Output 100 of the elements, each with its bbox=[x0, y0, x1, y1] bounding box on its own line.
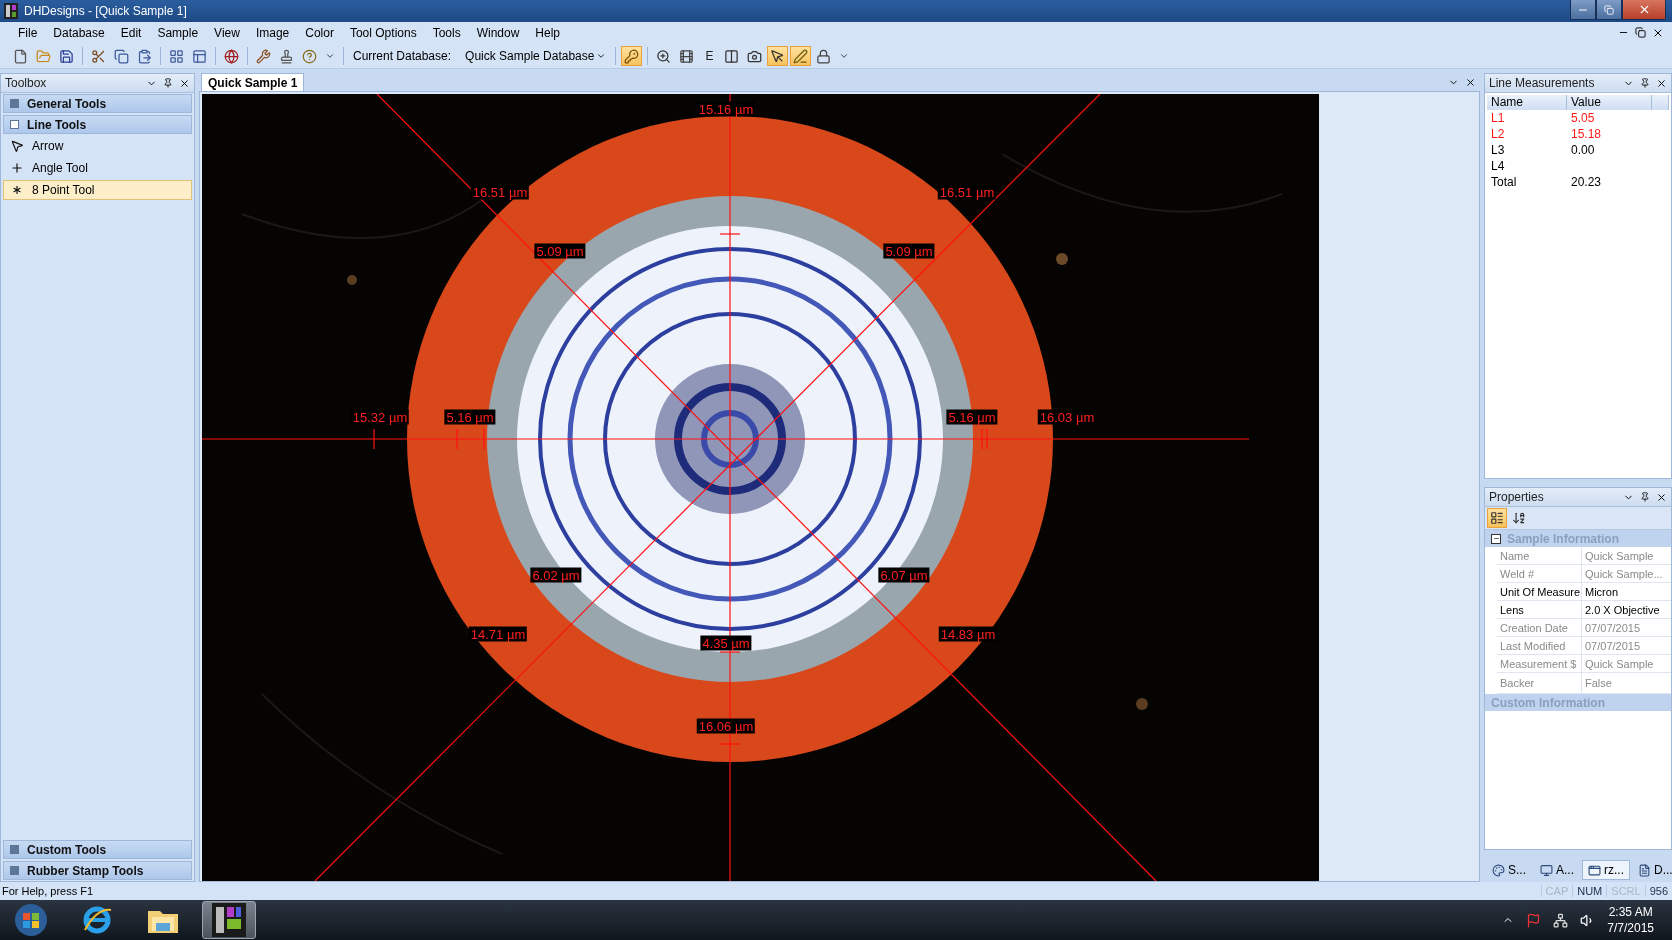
menu-item[interactable]: View bbox=[206, 26, 248, 40]
stamp-icon bbox=[279, 48, 294, 64]
lock-icon bbox=[816, 48, 832, 64]
property-value[interactable]: Quick Sample bbox=[1582, 547, 1671, 564]
close-icon[interactable] bbox=[1465, 76, 1476, 88]
close-button[interactable] bbox=[1622, 0, 1666, 20]
caret-icon bbox=[596, 51, 607, 61]
property-value[interactable]: Quick Sample bbox=[1582, 655, 1671, 672]
toolbar-button[interactable] bbox=[767, 46, 789, 66]
taskbar-button[interactable] bbox=[202, 901, 256, 939]
property-value[interactable]: False bbox=[1582, 673, 1671, 693]
table-cell-text: L4 bbox=[1490, 159, 1506, 173]
file-icon bbox=[13, 48, 28, 64]
pin-icon[interactable] bbox=[1640, 78, 1650, 88]
grid-icon bbox=[169, 48, 184, 64]
view-button[interactable] bbox=[1487, 508, 1507, 528]
caret-icon bbox=[839, 51, 850, 61]
arrow-icon bbox=[10, 139, 24, 153]
menu-item[interactable]: Edit bbox=[112, 26, 150, 40]
tool-item[interactable]: 8 Point Tool bbox=[3, 180, 192, 200]
measurement-label: 4.35 µm bbox=[700, 635, 752, 651]
pin-icon[interactable] bbox=[1640, 492, 1650, 502]
column-header[interactable]: Value bbox=[1567, 95, 1652, 110]
table-cell-text: Total bbox=[1490, 175, 1518, 189]
tool-group-header[interactable]: Custom Tools bbox=[3, 840, 192, 859]
restore-button[interactable] bbox=[1596, 0, 1622, 20]
panel-tab[interactable]: rz... bbox=[1582, 860, 1631, 880]
table-cell-text: 15.18 bbox=[1570, 127, 1603, 141]
pin-icon[interactable] bbox=[163, 78, 173, 88]
panel-tab[interactable]: S... bbox=[1486, 860, 1532, 880]
film-icon bbox=[679, 48, 695, 64]
tool-group-header[interactable]: Rubber Stamp Tools bbox=[3, 861, 192, 880]
panel-title: Line Measurements bbox=[1489, 76, 1596, 90]
restore-icon[interactable] bbox=[1635, 27, 1646, 38]
table-cell-text: L1 bbox=[1490, 111, 1506, 125]
close-icon[interactable] bbox=[1656, 491, 1667, 503]
property-name: Last Modified bbox=[1497, 637, 1582, 654]
expand-icon bbox=[10, 866, 19, 875]
expand-icon bbox=[10, 845, 19, 854]
wrench-icon bbox=[256, 48, 271, 64]
browser-icon bbox=[81, 904, 113, 936]
menu-item[interactable]: Database bbox=[45, 26, 113, 40]
database-dropdown[interactable]: Quick Sample Database bbox=[461, 49, 611, 63]
clock-date: 7/7/2015 bbox=[1607, 921, 1654, 935]
status-indicator: 956 bbox=[1644, 885, 1672, 897]
minimize-button[interactable] bbox=[1570, 0, 1596, 20]
pointer-icon bbox=[770, 48, 786, 64]
table-cell-text: L3 bbox=[1490, 143, 1506, 157]
property-value[interactable]: 2.0 X Objective bbox=[1582, 601, 1671, 618]
table-cell-text: 0.00 bbox=[1570, 143, 1596, 157]
column-header[interactable]: Name bbox=[1487, 95, 1567, 110]
panel-tab[interactable]: A... bbox=[1534, 860, 1581, 880]
property-value[interactable]: 07/07/2015 bbox=[1582, 619, 1671, 636]
menu-item[interactable]: Tool Options bbox=[341, 26, 425, 40]
panel-tab[interactable]: D... bbox=[1632, 860, 1672, 880]
tool-group-header[interactable]: General Tools bbox=[3, 94, 192, 113]
crosshair-icon bbox=[10, 161, 24, 175]
measurement-label: 5.09 µm bbox=[534, 243, 586, 259]
toolbar-button[interactable] bbox=[621, 46, 643, 66]
flag-icon[interactable] bbox=[1526, 912, 1542, 928]
toolbar-button[interactable]: E bbox=[699, 46, 720, 66]
property-value[interactable]: 07/07/2015 bbox=[1582, 637, 1671, 654]
restore-icon bbox=[1604, 4, 1614, 15]
menu-item[interactable]: File bbox=[10, 26, 46, 40]
document-icon bbox=[1638, 863, 1652, 877]
property-name: Lens bbox=[1497, 601, 1582, 618]
collapse-icon[interactable] bbox=[1491, 533, 1501, 544]
network-icon[interactable] bbox=[1553, 912, 1569, 928]
menu-item[interactable]: Sample bbox=[149, 26, 207, 40]
measurement-label: 5.09 µm bbox=[883, 243, 935, 259]
table-cell-text: 20.23 bbox=[1570, 175, 1603, 189]
menu-item[interactable]: Image bbox=[247, 26, 298, 40]
property-value[interactable]: Quick Sample... bbox=[1582, 565, 1671, 582]
property-name: Measurement $ bbox=[1497, 655, 1582, 672]
sort-icon bbox=[1512, 511, 1526, 525]
property-name: Creation Date bbox=[1497, 619, 1582, 636]
monitor-icon bbox=[1540, 863, 1553, 877]
measurement-label: 14.71 µm bbox=[468, 626, 528, 642]
menu-item[interactable]: Tools bbox=[424, 26, 469, 40]
column-header bbox=[1652, 95, 1669, 110]
app-logo-icon bbox=[4, 3, 18, 19]
document-tab[interactable]: Quick Sample 1 bbox=[201, 73, 305, 91]
menu-item[interactable]: Color bbox=[297, 26, 342, 40]
clock[interactable]: 2:35 AM 7/7/2015 bbox=[1607, 905, 1654, 935]
expand-icon bbox=[10, 99, 19, 108]
property-name: Weld # bbox=[1497, 565, 1582, 582]
menu-item[interactable]: Window bbox=[468, 26, 528, 40]
tool-item[interactable]: Angle Tool bbox=[3, 158, 192, 178]
close-icon[interactable] bbox=[1656, 77, 1667, 89]
close-icon[interactable] bbox=[179, 77, 190, 89]
clipboard-icon bbox=[137, 48, 152, 64]
save-icon bbox=[59, 48, 74, 64]
tool-group-header[interactable]: Line Tools bbox=[3, 115, 192, 134]
window-icon bbox=[1588, 863, 1602, 877]
property-value[interactable]: Micron bbox=[1582, 583, 1671, 600]
clock-time: 2:35 AM bbox=[1608, 905, 1653, 919]
tool-item[interactable]: Arrow bbox=[3, 136, 192, 156]
measurement-label: 6.02 µm bbox=[530, 567, 582, 583]
close-icon[interactable] bbox=[1652, 27, 1664, 39]
menu-item[interactable]: Help bbox=[527, 26, 569, 40]
